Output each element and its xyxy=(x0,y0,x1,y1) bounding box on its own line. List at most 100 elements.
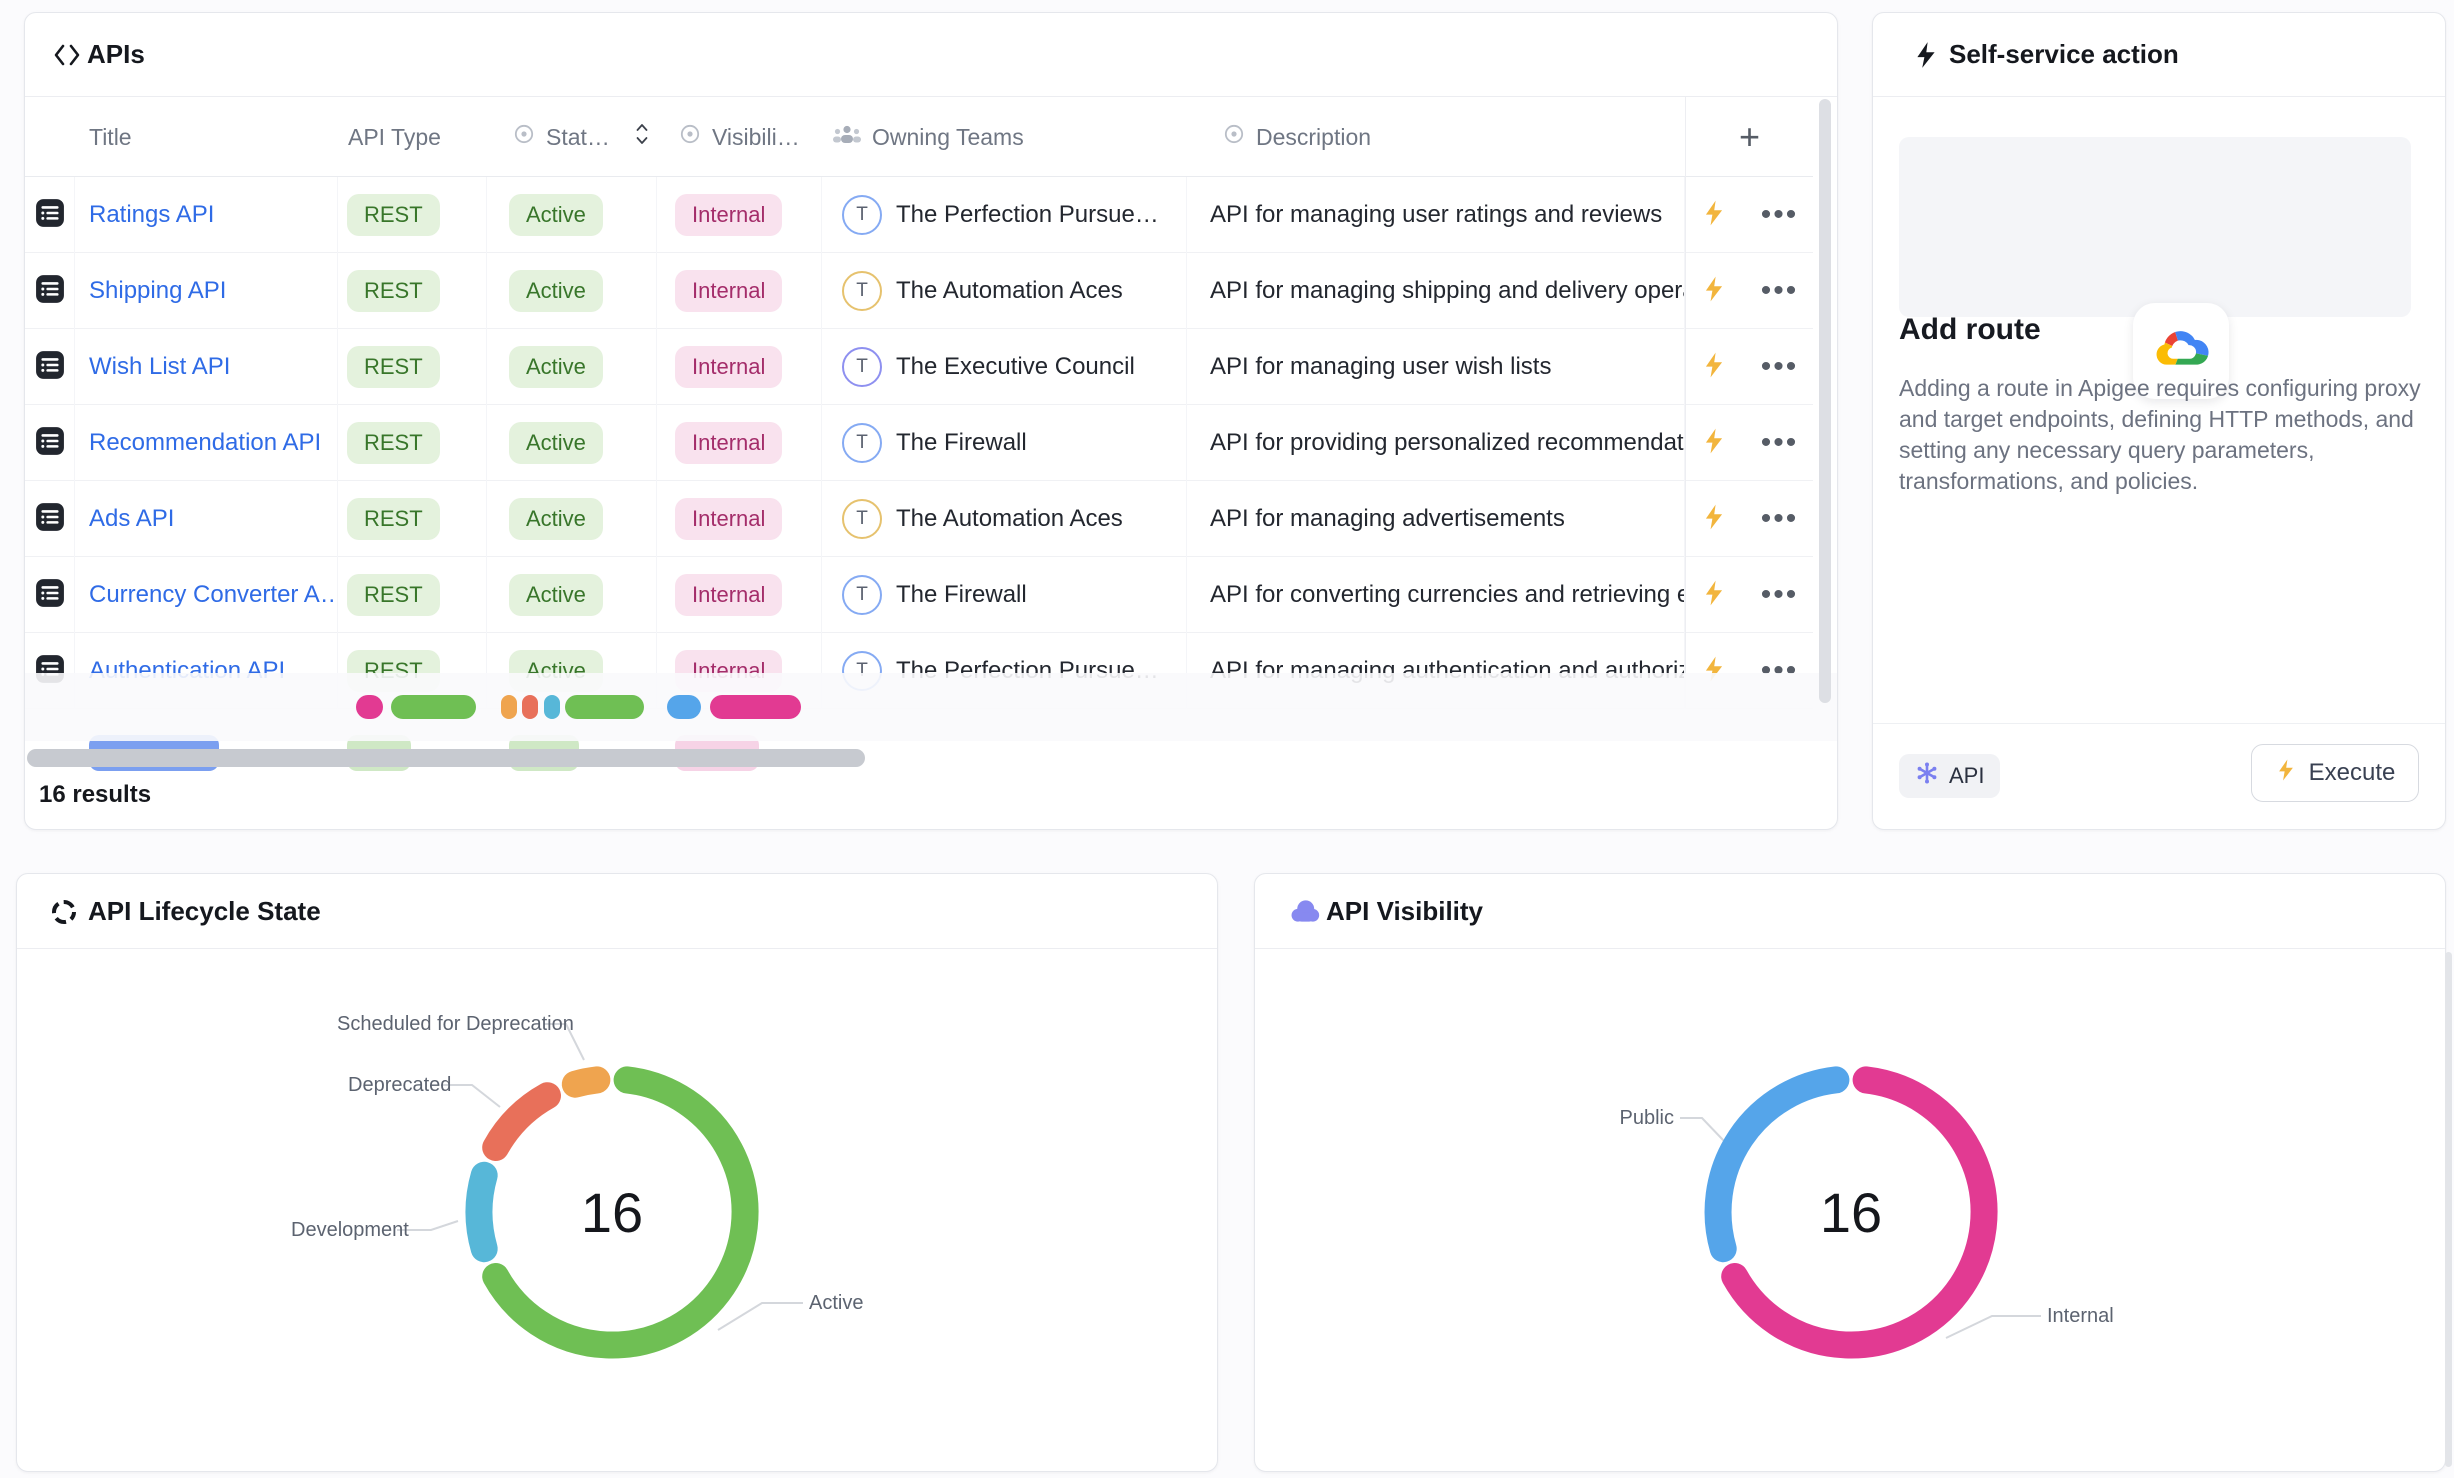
api-title-link[interactable]: Recommendation API xyxy=(89,429,321,457)
people-group-icon xyxy=(832,122,862,152)
api-title-link[interactable]: Shipping API xyxy=(89,277,226,305)
blueprint-chip: API xyxy=(1899,754,2000,798)
run-action-bolt-icon[interactable] xyxy=(1701,351,1727,384)
description-cell: API for managing advertisements xyxy=(1187,481,1685,557)
team-avatar: T xyxy=(842,423,882,463)
catalog-entity-icon xyxy=(35,426,65,461)
status-badge: Active xyxy=(509,194,603,236)
description-cell: API for providing personalized recommend… xyxy=(1187,405,1685,481)
distribution-pill xyxy=(544,695,560,719)
team-name: The Automation Aces xyxy=(896,505,1123,533)
team-name: The Firewall xyxy=(896,581,1027,609)
column-header-owning-teams[interactable]: Owning Teams xyxy=(832,97,1024,177)
api-title-link[interactable]: Ads API xyxy=(89,505,174,533)
table-row[interactable]: Ratings API REST Active Internal T The P… xyxy=(25,177,1813,253)
execute-button[interactable]: Execute xyxy=(2251,744,2419,802)
team-name: The Perfection Pursue… xyxy=(896,201,1159,229)
status-badge: Active xyxy=(509,422,603,464)
card-title: APIs xyxy=(87,39,145,70)
team-avatar: T xyxy=(842,347,882,387)
team-avatar: T xyxy=(842,195,882,235)
segment-label-active: Active xyxy=(809,1292,863,1315)
donut-total: 16 xyxy=(1671,1032,2031,1392)
lifecycle-donut-chart: 16 Scheduled for Deprecation Deprecated … xyxy=(17,874,1217,1471)
add-column-header: + xyxy=(1685,97,1813,177)
visibility-badge: Internal xyxy=(675,422,782,464)
visibility-badge: Internal xyxy=(675,498,782,540)
execute-button-label: Execute xyxy=(2309,759,2396,787)
description-cell: API for managing user ratings and review… xyxy=(1187,177,1685,253)
segment-label-internal: Internal xyxy=(2047,1305,2114,1328)
catalog-entity-icon xyxy=(35,502,65,537)
property-icon xyxy=(1222,122,1246,152)
visibility-chart-card: API Visibility 16 Public Internal xyxy=(1254,873,2446,1472)
run-action-bolt-icon[interactable] xyxy=(1701,427,1727,460)
distribution-pill xyxy=(522,695,538,719)
apis-card-header: APIs xyxy=(25,13,1837,97)
description-cell: API for managing shipping and delivery o… xyxy=(1187,253,1685,329)
description-cell: API for converting currencies and retrie… xyxy=(1187,557,1685,633)
team-avatar: T xyxy=(842,271,882,311)
run-action-bolt-icon[interactable] xyxy=(1701,199,1727,232)
action-title: Add route xyxy=(1899,313,2041,347)
visibility-badge: Internal xyxy=(675,346,782,388)
segment-label-scheduled: Scheduled for Deprecation xyxy=(337,1013,537,1036)
api-title-link[interactable]: Wish List API xyxy=(89,353,230,381)
page-scrollbar[interactable] xyxy=(2445,952,2452,1467)
donut-total: 16 xyxy=(432,1032,792,1392)
catalog-entity-icon xyxy=(35,350,65,385)
property-icon xyxy=(512,122,536,152)
api-type-badge: REST xyxy=(347,422,440,464)
distribution-pill xyxy=(667,695,701,719)
column-header-status[interactable]: Stat… xyxy=(512,97,650,177)
sort-icon[interactable] xyxy=(634,121,650,153)
visibility-badge: Internal xyxy=(675,194,782,236)
table-row[interactable]: Recommendation API REST Active Internal … xyxy=(25,405,1813,481)
catalog-entity-icon xyxy=(35,274,65,309)
action-banner xyxy=(1899,137,2411,317)
visibility-badge: Internal xyxy=(675,270,782,312)
visibility-donut-chart: 16 Public Internal xyxy=(1255,874,2445,1471)
execute-bolt-icon xyxy=(2275,758,2297,789)
team-name: The Firewall xyxy=(896,429,1027,457)
visibility-badge: Internal xyxy=(675,574,782,616)
card-title: Self-service action xyxy=(1949,39,2179,70)
table-body: Ratings API REST Active Internal T The P… xyxy=(25,177,1813,747)
api-type-badge: REST xyxy=(347,498,440,540)
api-title-link[interactable]: Currency Converter A… xyxy=(89,581,338,609)
blueprint-asterisk-icon xyxy=(1915,761,1939,791)
action-card-header: Self-service action xyxy=(1873,13,2445,97)
results-count: 16 results xyxy=(39,781,151,809)
api-type-badge: REST xyxy=(347,194,440,236)
status-badge: Active xyxy=(509,574,603,616)
lightning-bolt-icon xyxy=(1913,41,1939,74)
lifecycle-chart-card: API Lifecycle State 16 Scheduled for Dep… xyxy=(16,873,1218,1472)
table-row[interactable]: Shipping API REST Active Internal T The … xyxy=(25,253,1813,329)
segment-label-development: Development xyxy=(291,1219,409,1242)
add-column-button[interactable]: + xyxy=(1739,119,1760,155)
column-header-api-type[interactable]: API Type xyxy=(348,97,441,177)
segment-label-deprecated: Deprecated xyxy=(348,1074,451,1097)
run-action-bolt-icon[interactable] xyxy=(1701,503,1727,536)
code-brackets-icon xyxy=(53,42,81,73)
action-description: Adding a route in Apigee requires config… xyxy=(1899,373,2439,497)
column-header-visibility[interactable]: Visibili… xyxy=(678,97,800,177)
distribution-pill xyxy=(565,695,644,719)
horizontal-scrollbar[interactable] xyxy=(27,749,865,767)
vertical-scrollbar[interactable] xyxy=(1819,99,1831,703)
table-row[interactable]: Ads API REST Active Internal T The Autom… xyxy=(25,481,1813,557)
run-action-bolt-icon[interactable] xyxy=(1701,275,1727,308)
distribution-pill xyxy=(391,695,476,719)
column-header-title[interactable]: Title xyxy=(89,97,132,177)
google-cloud-icon xyxy=(2152,326,2210,377)
api-type-badge: REST xyxy=(347,346,440,388)
api-title-link[interactable]: Ratings API xyxy=(89,201,214,229)
run-action-bolt-icon[interactable] xyxy=(1701,579,1727,612)
table-row[interactable]: Currency Converter A… REST Active Intern… xyxy=(25,557,1813,633)
status-badge: Active xyxy=(509,346,603,388)
self-service-action-card: Self-service action Add route Adding a r… xyxy=(1872,12,2446,830)
team-avatar: T xyxy=(842,499,882,539)
blueprint-chip-label: API xyxy=(1949,763,1984,789)
table-row[interactable]: Wish List API REST Active Internal T The… xyxy=(25,329,1813,405)
column-header-description[interactable]: Description xyxy=(1222,97,1371,177)
